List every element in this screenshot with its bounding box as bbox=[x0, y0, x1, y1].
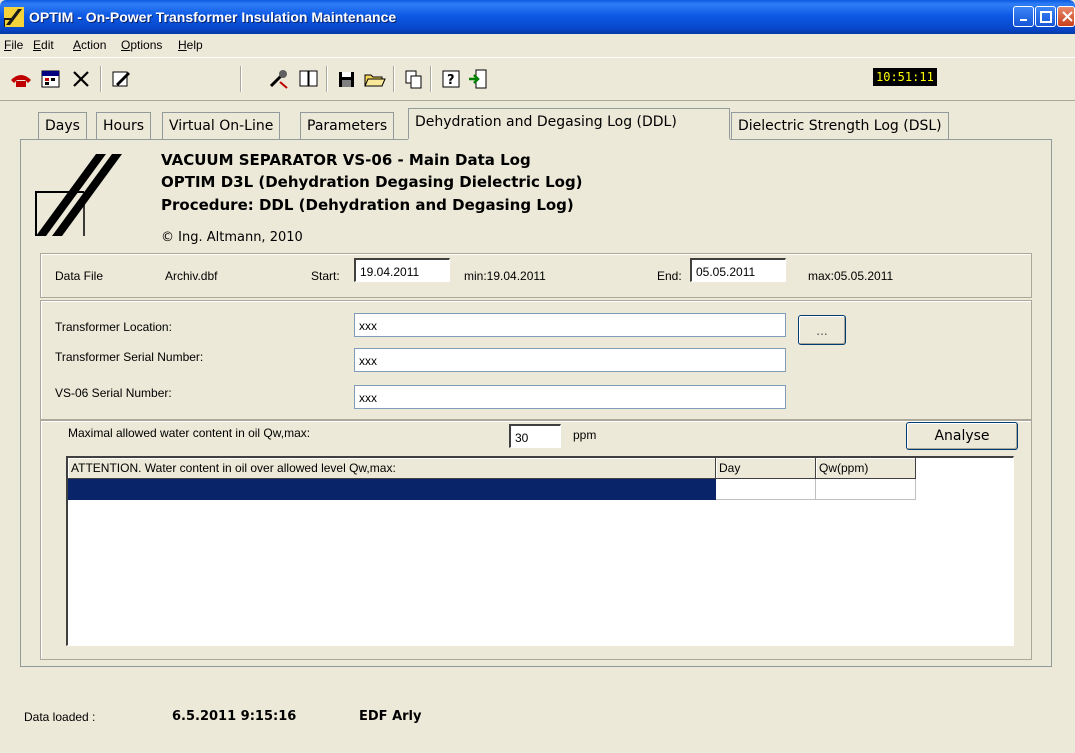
qw-unit: ppm bbox=[573, 428, 597, 442]
toolbar-separator bbox=[326, 66, 328, 92]
tab-parameters[interactable]: Parameters bbox=[300, 112, 395, 139]
results-table[interactable]: ATTENTION. Water content in oil over all… bbox=[66, 456, 1014, 646]
optim-logo-icon bbox=[35, 154, 122, 236]
maximize-button[interactable] bbox=[1035, 6, 1056, 27]
title-bar[interactable]: OPTIM - On-Power Transformer Insulation … bbox=[0, 0, 1075, 34]
column-header-attention[interactable]: ATTENTION. Water content in oil over all… bbox=[68, 458, 716, 479]
table-row-selected[interactable] bbox=[68, 479, 716, 500]
table-cell-day[interactable] bbox=[716, 479, 816, 500]
start-date-input[interactable]: 19.04.2011 bbox=[354, 258, 450, 282]
end-label: End: bbox=[657, 269, 682, 283]
book-icon bbox=[299, 70, 318, 87]
copy-icon bbox=[405, 70, 422, 89]
open-folder-icon bbox=[364, 74, 386, 87]
phone-icon bbox=[11, 75, 31, 87]
menu-file[interactable]: File bbox=[4, 38, 23, 52]
toolbar-separator bbox=[100, 66, 102, 92]
table-cell-qw[interactable] bbox=[816, 479, 916, 500]
delete-icon bbox=[73, 71, 89, 87]
menu-bar: File Edit Action Options Help bbox=[0, 34, 1075, 56]
qw-max-input[interactable]: 30 bbox=[509, 424, 561, 448]
header-title: VACUUM SEPARATOR VS-06 - Main Data Log bbox=[161, 151, 531, 169]
status-label: Data loaded : bbox=[24, 710, 96, 724]
help-button[interactable]: ? bbox=[438, 66, 464, 92]
save-button[interactable] bbox=[334, 66, 360, 92]
menu-action[interactable]: Action bbox=[73, 38, 106, 52]
save-icon bbox=[339, 72, 354, 87]
header-subtitle: OPTIM D3L (Dehydration Degasing Dielectr… bbox=[161, 173, 583, 191]
toolbar-separator bbox=[393, 66, 395, 92]
minimize-icon bbox=[1020, 19, 1027, 21]
close-button[interactable] bbox=[1057, 6, 1075, 27]
datafile-name: Archiv.dbf bbox=[165, 269, 218, 283]
window-title: OPTIM - On-Power Transformer Insulation … bbox=[29, 9, 397, 25]
max-date: max:05.05.2011 bbox=[808, 269, 894, 283]
qw-max-label: Maximal allowed water content in oil Qw,… bbox=[68, 426, 311, 440]
book-button[interactable] bbox=[296, 66, 322, 92]
start-label: Start: bbox=[311, 269, 340, 283]
tools-icon bbox=[269, 70, 288, 89]
close-icon bbox=[1062, 11, 1073, 22]
tab-dsl[interactable]: Dielectric Strength Log (DSL) bbox=[731, 112, 949, 139]
delete-button[interactable] bbox=[68, 66, 94, 92]
toolbar: ? 10:51:11 bbox=[0, 57, 1075, 101]
app-logo-icon bbox=[4, 7, 24, 27]
tools-button[interactable] bbox=[266, 66, 292, 92]
end-date-input[interactable]: 05.05.2011 bbox=[690, 258, 786, 282]
minimize-button[interactable] bbox=[1013, 6, 1034, 27]
transformer-serial-label: Transformer Serial Number: bbox=[55, 350, 204, 364]
column-header-day[interactable]: Day bbox=[716, 458, 816, 479]
transformer-serial-input[interactable]: xxx bbox=[354, 348, 786, 372]
browse-location-button[interactable]: ... bbox=[798, 315, 846, 345]
datafile-label: Data File bbox=[55, 269, 104, 283]
exit-button[interactable] bbox=[466, 66, 492, 92]
calendar-icon bbox=[41, 70, 60, 88]
copy-button[interactable] bbox=[401, 66, 427, 92]
toolbar-separator bbox=[240, 66, 242, 92]
menu-edit[interactable]: Edit bbox=[33, 38, 54, 52]
svg-text:?: ? bbox=[447, 73, 455, 88]
analyse-button[interactable]: Analyse bbox=[906, 422, 1018, 450]
vs-serial-input[interactable]: xxx bbox=[354, 385, 786, 409]
status-site: EDF Arly bbox=[359, 709, 422, 724]
clock-display: 10:51:11 bbox=[873, 68, 937, 86]
tab-days[interactable]: Days bbox=[38, 112, 87, 139]
copyright-text: © Ing. Altmann, 2010 bbox=[161, 230, 303, 245]
tab-hours[interactable]: Hours bbox=[96, 112, 152, 139]
help-icon: ? bbox=[442, 70, 460, 88]
phone-button[interactable] bbox=[8, 66, 34, 92]
toolbar-separator bbox=[430, 66, 432, 92]
edit-icon bbox=[112, 71, 130, 87]
vs-serial-label: VS-06 Serial Number: bbox=[55, 386, 172, 400]
edit-button[interactable] bbox=[108, 66, 134, 92]
status-datetime: 6.5.2011 9:15:16 bbox=[172, 709, 297, 724]
transformer-location-input[interactable]: xxx bbox=[354, 313, 786, 337]
calendar-button[interactable] bbox=[38, 66, 64, 92]
tab-ddl[interactable]: Dehydration and Degasing Log (DDL) bbox=[408, 108, 730, 140]
exit-icon bbox=[469, 69, 487, 89]
min-date: min:19.04.2011 bbox=[464, 269, 546, 283]
menu-options[interactable]: Options bbox=[121, 38, 162, 52]
tab-virtual-on-line[interactable]: Virtual On-Line bbox=[162, 112, 281, 139]
open-button[interactable] bbox=[362, 66, 388, 92]
column-header-qw[interactable]: Qw(ppm) bbox=[816, 458, 916, 479]
menu-help[interactable]: Help bbox=[178, 38, 203, 52]
transformer-location-label: Transformer Location: bbox=[55, 320, 172, 334]
header-procedure: Procedure: DDL (Dehydration and Degasing… bbox=[161, 196, 574, 214]
maximize-icon bbox=[1040, 11, 1052, 23]
